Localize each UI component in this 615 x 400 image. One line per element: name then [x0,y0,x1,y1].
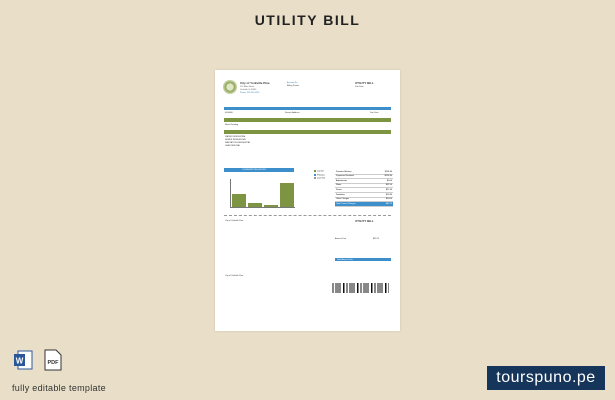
mailing-address: City of Yorkville Pine [225,275,244,277]
service-row-2: SEWER RESIDENTIAL [225,139,247,141]
company-name: City of Yorkville Pine [240,81,270,85]
meter-header-bar [224,118,391,122]
meter-row: Meter Reading [225,124,239,126]
charges-row-value: $32.50 [385,184,392,187]
chart-legend: Current Previous Last Year [314,170,325,181]
account-detail-line: Billing Period [287,85,299,87]
charges-row-value: $10.00 [385,198,392,201]
remittance-bill-label: UTILITY BILL [355,219,374,223]
account-number-cell: 0000000 [225,112,233,114]
city-seal-logo [223,80,237,94]
amount-due-label: Amount Due [335,238,347,240]
page-title: UTILITY BILL [254,12,361,28]
total-due-label: Total Amount Due [337,258,353,261]
utility-bill-document: City of Yorkville Pine 123 Main Street Y… [215,70,400,331]
charges-row-label: Water [336,184,342,187]
pdf-icon: PDF [44,349,62,371]
chart-axis [230,179,295,208]
charges-row-label: Sanitation [336,193,345,196]
company-city-line: Yorkville, IL 60560 [240,89,257,91]
chart-bar-4 [280,182,294,207]
bill-date-line: Due Date [355,86,364,88]
charges-row-value: $19.83 [385,193,392,196]
svg-text:W: W [16,357,24,366]
due-date-cell: Due Date [370,112,379,114]
bill-type-label: UTILITY BILL [355,81,374,85]
payment-barcode [332,283,389,293]
service-row-3: SANITATION RESIDENTIAL [225,142,251,144]
charges-row-label: Other Charges [336,198,350,201]
charges-table: Previous Balance $124.80 Payments Received… [335,170,393,207]
footer-label: fully editable template [12,383,106,393]
remittance-company: City of Yorkville Pine [225,220,244,222]
service-address-cell: Service Address [285,112,300,114]
chart-bar-2 [248,203,262,207]
chart-title: CONSUMPTION HISTORY [242,169,267,171]
consumption-chart: CONSUMPTION HISTORY [224,168,295,208]
svg-text:PDF: PDF [48,360,60,366]
legend-previous: Previous [314,173,325,176]
word-icon: W [14,350,33,370]
charges-row-value: $89.73 [385,202,392,205]
service-row-4: LEAF REMOVAL [225,145,241,147]
charges-row-label: Previous Balance [336,170,352,173]
charges-row-label: Sewer [336,188,342,191]
service-row-1: WATER RESIDENTIAL [225,136,246,138]
charges-row-label: Total Current Charges [336,202,356,205]
account-label: Account No. [287,82,298,84]
charges-row-value: $0.00 [386,179,392,182]
legend-last-year: Last Year [314,177,325,180]
legend-current: Current [314,170,325,173]
charges-row-value: $124.80 [384,170,392,173]
charges-row: Total Current Charges $89.73 [335,202,393,207]
charges-row-label: Adjustments [336,179,348,182]
tear-line [224,215,391,216]
account-header-bar [224,107,391,110]
chart-bar-1 [232,193,246,207]
amount-due-value: $89.73 [373,238,380,240]
charges-row-value: -$124.80 [384,175,392,178]
chart-bar-3 [264,205,278,207]
company-address-line: 123 Main Street [240,86,255,88]
brand-watermark: tourspuno.pe [487,366,605,390]
service-header-bar [224,130,391,134]
charges-row-value: $27.40 [385,188,392,191]
charges-row-label: Payments Received [336,175,354,178]
company-contact-line: Phone: 555-555-5555 [240,92,260,94]
